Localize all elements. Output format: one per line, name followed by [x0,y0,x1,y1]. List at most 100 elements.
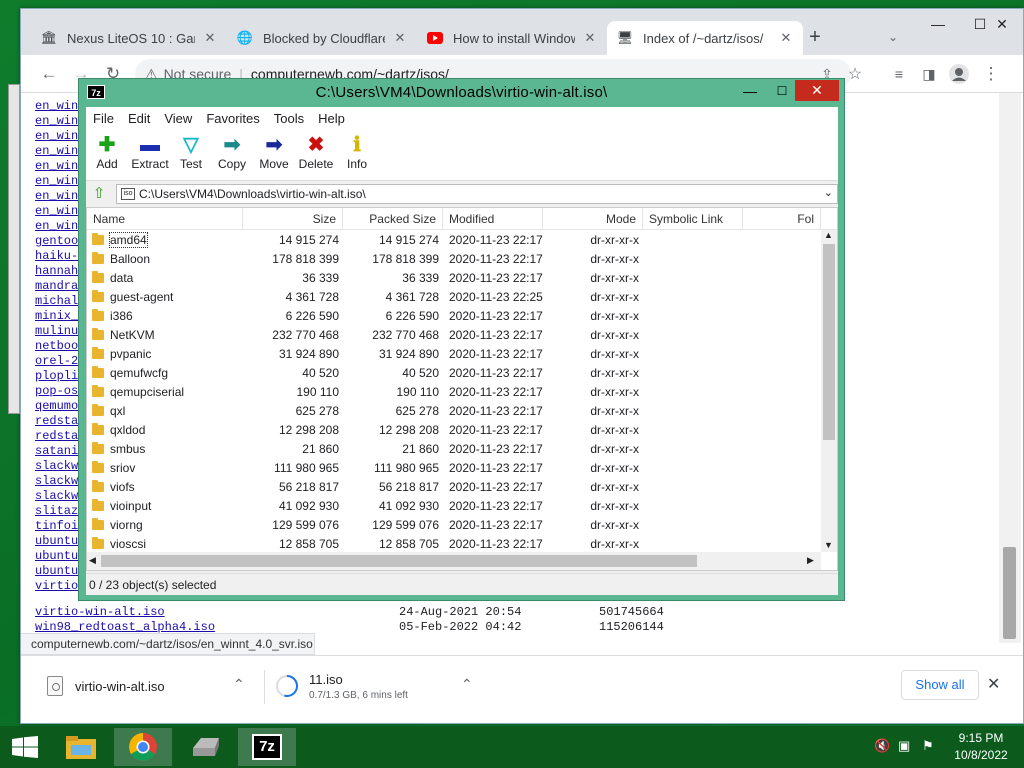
start-button[interactable] [0,728,50,766]
tab-index-isos[interactable]: 🖥 Index of /~dartz/isos/ ✕ [607,21,803,55]
copy-button[interactable]: ➡ Copy [214,133,250,179]
maximize-button[interactable]: ☐ [767,81,797,103]
7zip-icon[interactable]: 7z [238,728,296,766]
column-symbolic-link[interactable]: Symbolic Link [643,208,743,230]
extract-button[interactable]: ▬ Extract [130,133,170,179]
listing-link[interactable]: pop-os [35,384,79,399]
table-row[interactable]: amd64 14 915 274 14 915 274 2020-11-23 22:1… [87,231,821,250]
listing-link[interactable]: haiku- [35,249,79,264]
listing-link[interactable]: en_win [35,114,79,129]
chrome-icon[interactable] [114,728,172,766]
listing-link[interactable]: hannah [35,264,79,279]
listing-link[interactable]: orel-2 [35,354,79,369]
column-modified[interactable]: Modified [443,208,543,230]
scroll-left-arrow[interactable]: ◀ [89,555,96,566]
bookmark-star-icon[interactable]: ☆ [843,62,867,86]
table-row[interactable]: smbus 21 860 21 860 2020-11-23 22:17 dr-xr-x… [87,440,821,459]
show-all-button[interactable]: Show all [901,670,979,700]
menu-dots-icon[interactable]: ⋮ [979,62,1003,86]
column-mode[interactable]: Mode [543,208,643,230]
listing-link[interactable]: qemumo [35,399,79,414]
listing-link[interactable]: plopli [35,369,79,384]
file-explorer-icon[interactable] [52,728,110,766]
listing-link[interactable]: en_win [35,159,79,174]
listing-file-link[interactable]: win98_redtoast_alpha4.iso [35,620,215,633]
reading-list-icon[interactable]: ≡ [887,62,911,86]
column-folders[interactable]: Fol [743,208,821,230]
listing-link[interactable]: gentoo [35,234,79,249]
listing-link[interactable]: slackw [35,489,79,504]
close-window-button[interactable]: ✕ [981,9,1023,39]
close-button[interactable]: ✕ [795,80,839,101]
listing-link[interactable]: netboo [35,339,79,354]
listing-link[interactable]: minix_ [35,309,79,324]
listing-link[interactable]: tinfoi [35,519,79,534]
delete-button[interactable]: ✖ Delete [296,133,336,179]
list-hscrollbar[interactable]: ◀ ▶ [87,552,821,570]
table-row[interactable]: qemufwcfg 40 520 40 520 2020-11-23 22:17 dr-… [87,364,821,383]
close-downloads-icon[interactable]: ✕ [987,674,1000,694]
scroll-right-arrow[interactable]: ▶ [807,555,814,566]
menu-tools[interactable]: Tools [267,111,311,126]
listing-link[interactable]: virtio [35,579,79,594]
listing-link[interactable]: en_win [35,219,79,234]
listing-link[interactable]: satani [35,444,79,459]
page-scrollbar[interactable] [999,93,1021,643]
listing-link[interactable]: redsta [35,429,79,444]
volume-muted-icon[interactable]: 🔇 [874,738,890,754]
minimize-button[interactable]: — [917,9,959,39]
column-packed-size[interactable]: Packed Size [343,208,443,230]
new-tab-button[interactable]: + [803,25,827,49]
scrollbar-thumb[interactable] [823,244,835,440]
test-button[interactable]: ▽ Test [176,133,206,179]
listing-link[interactable]: ubuntu [35,564,79,579]
table-row[interactable]: qemupciserial 190 110 190 110 2020-11-23 22… [87,383,821,402]
menu-file[interactable]: File [86,111,121,126]
listing-link[interactable]: mandra [35,279,79,294]
tab-youtube[interactable]: How to install Window ✕ [417,21,607,55]
folder-up-icon[interactable]: ⇧ [90,185,108,203]
listing-link[interactable]: en_win [35,189,79,204]
table-row[interactable]: viofs 56 218 817 56 218 817 2020-11-23 22:1… [87,478,821,497]
table-row[interactable]: data 36 339 36 339 2020-11-23 22:17 dr-xr-xr… [87,269,821,288]
chevron-up-icon[interactable]: ⌃ [461,676,473,693]
table-row[interactable]: vioinput 41 092 930 41 092 930 2020-11-23 2… [87,497,821,516]
info-button[interactable]: ℹ Info [342,133,372,179]
scrollbar-thumb[interactable] [101,555,697,567]
download-item-virtio[interactable]: virtio-win-alt.iso ⌃ [47,664,257,708]
listing-link[interactable]: redsta [35,414,79,429]
tab-search-icon[interactable]: ⌄ [881,25,905,49]
notification-icon[interactable]: ⚑ [922,738,934,754]
menu-edit[interactable]: Edit [121,111,157,126]
column-name[interactable]: Name [87,208,243,230]
profile-avatar-icon[interactable] [947,62,971,86]
table-row[interactable]: sriov 111 980 965 111 980 965 2020-11-23 22… [87,459,821,478]
listing-link[interactable]: en_win [35,144,79,159]
network-icon[interactable]: ▣ [898,738,910,754]
listing-link[interactable]: en_win [35,99,79,114]
move-button[interactable]: ➡ Move [256,133,292,179]
list-vscrollbar[interactable]: ▲ ▼ [821,230,837,552]
table-row[interactable]: viorng 129 599 076 129 599 076 2020-11-23 2… [87,516,821,535]
side-panel-icon[interactable]: ◨ [917,62,941,86]
listing-link[interactable]: ubuntu [35,549,79,564]
chevron-down-icon[interactable]: ⌄ [824,186,833,199]
listing-link[interactable]: ubuntu [35,534,79,549]
table-row[interactable]: qxl 625 278 625 278 2020-11-23 22:17 dr-xr-x… [87,402,821,421]
listing-link[interactable]: en_win [35,129,79,144]
scrollbar-thumb[interactable] [1003,547,1016,639]
close-icon[interactable]: ✕ [203,30,217,46]
column-size[interactable]: Size [243,208,343,230]
path-combobox[interactable]: iso C:\Users\VM4\Downloads\virtio-win-al… [116,184,838,204]
menu-favorites[interactable]: Favorites [199,111,266,126]
table-row[interactable]: guest-agent 4 361 728 4 361 728 2020-11-23 … [87,288,821,307]
close-icon[interactable]: ✕ [583,30,597,46]
back-arrow-icon[interactable]: ← [37,62,61,86]
clock[interactable]: 9:15 PM 10/8/2022 [944,730,1018,764]
table-row[interactable]: qxldod 12 298 208 12 298 208 2020-11-23 22:… [87,421,821,440]
minimize-button[interactable]: — [735,81,765,103]
listing-file-link[interactable]: virtio-win-alt.iso [35,605,165,619]
listing-link[interactable]: slitaz [35,504,79,519]
close-icon[interactable]: ✕ [393,30,407,46]
listing-link[interactable]: en_win [35,204,79,219]
